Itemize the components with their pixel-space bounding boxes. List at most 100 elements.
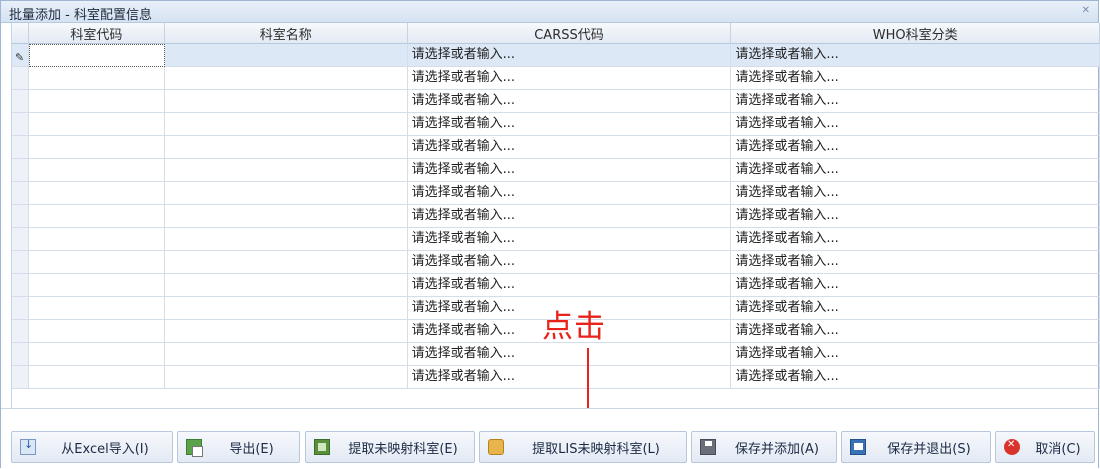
who-category-cell[interactable]: 请选择或者输入...: [731, 182, 1100, 205]
table-row[interactable]: 请选择或者输入... 请选择或者输入...: [12, 136, 1100, 159]
dept-code-cell[interactable]: [28, 274, 165, 297]
dept-name-cell[interactable]: [164, 251, 408, 274]
row-indicator[interactable]: [12, 136, 29, 159]
row-indicator[interactable]: [12, 90, 29, 113]
row-indicator[interactable]: [12, 67, 29, 90]
column-header-carss-code[interactable]: CARSS代码: [407, 23, 732, 44]
carss-code-cell[interactable]: 请选择或者输入...: [407, 205, 732, 228]
who-category-cell[interactable]: 请选择或者输入...: [731, 228, 1100, 251]
row-indicator[interactable]: [12, 320, 29, 343]
who-category-cell[interactable]: 请选择或者输入...: [731, 159, 1100, 182]
close-x-icon[interactable]: ✕: [1082, 5, 1090, 16]
row-indicator[interactable]: [12, 182, 29, 205]
dept-code-cell[interactable]: [28, 320, 165, 343]
save-and-exit-button[interactable]: 保存并退出(S): [841, 431, 991, 463]
table-row[interactable]: 请选择或者输入... 请选择或者输入...: [12, 67, 1100, 90]
import-excel-button[interactable]: 从Excel导入(I): [11, 431, 173, 463]
who-category-cell[interactable]: 请选择或者输入...: [731, 274, 1100, 297]
table-row[interactable]: ✎ 请选择或者输入... 请选择或者输入...: [12, 44, 1100, 67]
table-row[interactable]: 请选择或者输入... 请选择或者输入...: [12, 90, 1100, 113]
extract-unmapped-dept-button[interactable]: 提取未映射科室(E): [305, 431, 475, 463]
dept-name-cell[interactable]: [164, 90, 408, 113]
carss-code-cell[interactable]: 请选择或者输入...: [407, 251, 732, 274]
dept-name-cell[interactable]: [164, 67, 408, 90]
dept-code-cell[interactable]: [28, 44, 165, 67]
dept-code-cell[interactable]: [28, 251, 165, 274]
table-row[interactable]: 请选择或者输入... 请选择或者输入...: [12, 366, 1100, 389]
dept-name-cell[interactable]: [164, 366, 408, 389]
row-indicator[interactable]: [12, 343, 29, 366]
column-header-dept-code[interactable]: 科室代码: [28, 23, 165, 44]
carss-code-cell[interactable]: 请选择或者输入...: [407, 44, 732, 67]
row-indicator[interactable]: [12, 274, 29, 297]
table-row[interactable]: 请选择或者输入... 请选择或者输入...: [12, 274, 1100, 297]
who-category-cell[interactable]: 请选择或者输入...: [731, 320, 1100, 343]
who-category-cell[interactable]: 请选择或者输入...: [731, 251, 1100, 274]
dept-name-cell[interactable]: [164, 205, 408, 228]
carss-code-cell[interactable]: 请选择或者输入...: [407, 228, 732, 251]
carss-code-cell[interactable]: 请选择或者输入...: [407, 67, 732, 90]
table-row[interactable]: 请选择或者输入... 请选择或者输入...: [12, 228, 1100, 251]
dept-name-cell[interactable]: [164, 297, 408, 320]
column-header-dept-name[interactable]: 科室名称: [164, 23, 408, 44]
dept-code-cell[interactable]: [28, 159, 165, 182]
export-button[interactable]: 导出(E): [177, 431, 300, 463]
table-row[interactable]: 请选择或者输入... 请选择或者输入...: [12, 182, 1100, 205]
carss-code-cell[interactable]: 请选择或者输入...: [407, 159, 732, 182]
dept-code-cell[interactable]: [28, 205, 165, 228]
dept-code-cell[interactable]: [28, 90, 165, 113]
dept-code-cell[interactable]: [28, 228, 165, 251]
who-category-cell[interactable]: 请选择或者输入...: [731, 205, 1100, 228]
who-category-cell[interactable]: 请选择或者输入...: [731, 343, 1100, 366]
row-indicator[interactable]: [12, 366, 29, 389]
carss-code-cell[interactable]: 请选择或者输入...: [407, 343, 732, 366]
table-row[interactable]: 请选择或者输入... 请选择或者输入...: [12, 251, 1100, 274]
dept-name-cell[interactable]: [164, 113, 408, 136]
carss-code-cell[interactable]: 请选择或者输入...: [407, 113, 732, 136]
who-category-cell[interactable]: 请选择或者输入...: [731, 113, 1100, 136]
carss-code-cell[interactable]: 请选择或者输入...: [407, 366, 732, 389]
table-row[interactable]: 请选择或者输入... 请选择或者输入...: [12, 343, 1100, 366]
dept-name-cell[interactable]: [164, 228, 408, 251]
row-indicator[interactable]: [12, 113, 29, 136]
extract-lis-unmapped-dept-button[interactable]: 提取LIS未映射科室(L): [479, 431, 687, 463]
dept-name-cell[interactable]: [164, 274, 408, 297]
save-and-add-button[interactable]: 保存并添加(A): [691, 431, 837, 463]
who-category-cell[interactable]: 请选择或者输入...: [731, 90, 1100, 113]
who-category-cell[interactable]: 请选择或者输入...: [731, 297, 1100, 320]
dept-code-cell[interactable]: [28, 343, 165, 366]
who-category-cell[interactable]: 请选择或者输入...: [731, 44, 1100, 67]
who-category-cell[interactable]: 请选择或者输入...: [731, 67, 1100, 90]
dept-code-cell[interactable]: [28, 366, 165, 389]
cancel-button[interactable]: 取消(C): [995, 431, 1095, 463]
table-row[interactable]: 请选择或者输入... 请选择或者输入...: [12, 113, 1100, 136]
cancel-label: 取消(C): [1035, 441, 1081, 457]
dept-code-cell[interactable]: [28, 297, 165, 320]
row-indicator[interactable]: [12, 297, 29, 320]
dept-name-cell[interactable]: [164, 182, 408, 205]
table-row[interactable]: 请选择或者输入... 请选择或者输入...: [12, 159, 1100, 182]
dept-name-cell[interactable]: [164, 159, 408, 182]
dept-name-cell[interactable]: [164, 343, 408, 366]
dept-name-cell[interactable]: [164, 320, 408, 343]
save-exit-icon: [850, 439, 866, 455]
dept-name-cell[interactable]: [164, 136, 408, 159]
carss-code-cell[interactable]: 请选择或者输入...: [407, 90, 732, 113]
carss-code-cell[interactable]: 请选择或者输入...: [407, 136, 732, 159]
dept-code-cell[interactable]: [28, 113, 165, 136]
dept-code-cell[interactable]: [28, 182, 165, 205]
dept-code-cell[interactable]: [28, 136, 165, 159]
who-category-cell[interactable]: 请选择或者输入...: [731, 136, 1100, 159]
dept-name-cell[interactable]: [164, 44, 408, 67]
row-indicator[interactable]: [12, 205, 29, 228]
table-row[interactable]: 请选择或者输入... 请选择或者输入...: [12, 205, 1100, 228]
row-indicator[interactable]: [12, 159, 29, 182]
carss-code-cell[interactable]: 请选择或者输入...: [407, 274, 732, 297]
row-indicator[interactable]: ✎: [12, 44, 29, 67]
who-category-cell[interactable]: 请选择或者输入...: [731, 366, 1100, 389]
dept-code-cell[interactable]: [28, 67, 165, 90]
row-indicator[interactable]: [12, 228, 29, 251]
row-indicator[interactable]: [12, 251, 29, 274]
column-header-who-category[interactable]: WHO科室分类: [731, 23, 1100, 44]
carss-code-cell[interactable]: 请选择或者输入...: [407, 182, 732, 205]
